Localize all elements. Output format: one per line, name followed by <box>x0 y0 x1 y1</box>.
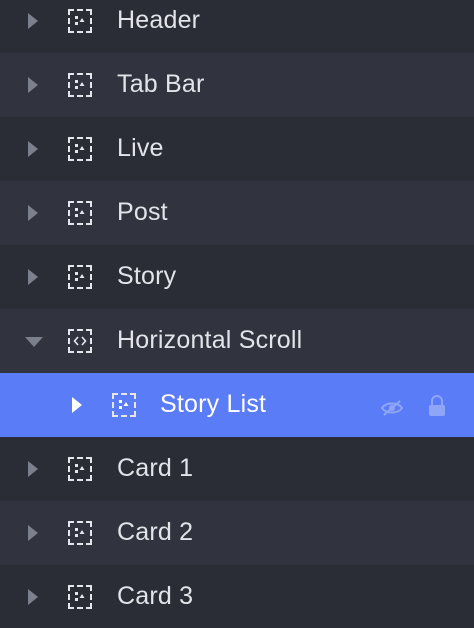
frame-icon <box>68 201 92 225</box>
expand-caret-icon[interactable] <box>72 397 82 413</box>
layer-row-post[interactable]: Post <box>0 181 474 245</box>
layer-row-horizontal-scroll[interactable]: Horizontal Scroll <box>0 309 474 373</box>
frame-icon <box>68 265 92 289</box>
collapse-caret-icon[interactable] <box>25 337 43 347</box>
layer-label: Card 3 <box>117 582 194 610</box>
layer-label: Tab Bar <box>117 70 205 98</box>
layer-label: Story <box>117 262 177 290</box>
expand-caret-icon[interactable] <box>28 461 38 477</box>
layer-row-card-2[interactable]: Card 2 <box>0 501 474 565</box>
lock-icon[interactable] <box>428 395 446 422</box>
frame-icon <box>68 521 92 545</box>
frame-icon <box>68 585 92 609</box>
hidden-eye-icon[interactable] <box>380 399 404 422</box>
expand-caret-icon[interactable] <box>28 141 38 157</box>
layer-row-card-1[interactable]: Card 1 <box>0 437 474 501</box>
layer-row-header[interactable]: Header <box>0 0 474 53</box>
expand-caret-icon[interactable] <box>28 205 38 221</box>
expand-caret-icon[interactable] <box>28 13 38 29</box>
layers-panel: Header Tab Bar Live Post Story Horizonta… <box>0 0 474 628</box>
expand-caret-icon[interactable] <box>28 589 38 605</box>
layer-label: Horizontal Scroll <box>117 326 303 354</box>
layer-row-story[interactable]: Story <box>0 245 474 309</box>
expand-caret-icon[interactable] <box>28 525 38 541</box>
frame-icon <box>68 457 92 481</box>
frame-icon <box>68 137 92 161</box>
frame-icon <box>112 393 136 417</box>
layer-label: Card 1 <box>117 454 194 482</box>
scroll-frame-icon <box>68 329 92 353</box>
layer-label: Post <box>117 198 168 226</box>
frame-icon <box>68 9 92 33</box>
frame-icon <box>68 73 92 97</box>
layer-row-live[interactable]: Live <box>0 117 474 181</box>
layer-label: Card 2 <box>117 518 194 546</box>
layer-label: Live <box>117 134 164 162</box>
expand-caret-icon[interactable] <box>28 269 38 285</box>
expand-caret-icon[interactable] <box>28 77 38 93</box>
layer-row-story-list[interactable]: Story List <box>0 373 474 437</box>
layer-label: Header <box>117 6 201 34</box>
layer-row-tab-bar[interactable]: Tab Bar <box>0 53 474 117</box>
layer-row-card-3[interactable]: Card 3 <box>0 565 474 628</box>
layer-label: Story List <box>160 390 267 418</box>
